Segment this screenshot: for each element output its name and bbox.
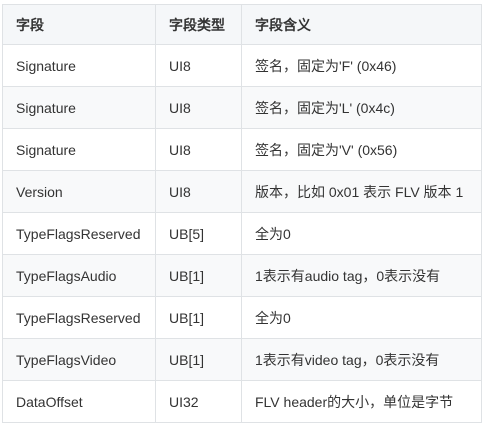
table-row: TypeFlagsVideo UB[1] 1表示有video tag，0表示没有 [2,338,482,381]
cell-meaning: 版本，比如 0x01 表示 FLV 版本 1 [241,170,482,213]
cell-field: Signature [2,44,156,87]
cell-field: TypeFlagsReserved [2,212,156,255]
cell-type: UI8 [155,128,242,171]
cell-field: TypeFlagsReserved [2,296,156,339]
cell-type: UI8 [155,86,242,129]
cell-field: Signature [2,128,156,171]
table-row: Signature UI8 签名，固定为'L' (0x4c) [2,86,482,129]
cell-meaning: 签名，固定为'V' (0x56) [241,128,482,171]
cell-field: Version [2,170,156,213]
cell-type: UB[1] [155,296,242,339]
table-row: TypeFlagsReserved UB[5] 全为0 [2,212,482,255]
cell-type: UI8 [155,170,242,213]
cell-meaning: 1表示有video tag，0表示没有 [241,338,482,381]
cell-field: TypeFlagsVideo [2,338,156,381]
header-field: 字段 [2,4,156,45]
cell-type: UI32 [155,380,242,423]
table-row: DataOffset UI32 FLV header的大小，单位是字节 [2,380,482,423]
cell-type: UB[1] [155,338,242,381]
table-header-row: 字段 字段类型 字段含义 [2,4,482,45]
cell-type: UB[5] [155,212,242,255]
cell-meaning: 全为0 [241,212,482,255]
table-row: Signature UI8 签名，固定为'F' (0x46) [2,44,482,87]
header-field-type: 字段类型 [155,4,242,45]
cell-type: UB[1] [155,254,242,297]
table-row: Signature UI8 签名，固定为'V' (0x56) [2,128,482,171]
cell-type: UI8 [155,44,242,87]
cell-meaning: 签名，固定为'L' (0x4c) [241,86,482,129]
table-row: TypeFlagsAudio UB[1] 1表示有audio tag，0表示没有 [2,254,482,297]
header-field-meaning: 字段含义 [241,4,482,45]
cell-meaning: 全为0 [241,296,482,339]
cell-meaning: 1表示有audio tag，0表示没有 [241,254,482,297]
cell-meaning: 签名，固定为'F' (0x46) [241,44,482,87]
table-row: Version UI8 版本，比如 0x01 表示 FLV 版本 1 [2,170,482,213]
cell-field: Signature [2,86,156,129]
cell-field: TypeFlagsAudio [2,254,156,297]
table-row: TypeFlagsReserved UB[1] 全为0 [2,296,482,339]
cell-field: DataOffset [2,380,156,423]
cell-meaning: FLV header的大小，单位是字节 [241,380,482,423]
flv-header-table: 字段 字段类型 字段含义 Signature UI8 签名，固定为'F' (0x… [2,4,482,423]
